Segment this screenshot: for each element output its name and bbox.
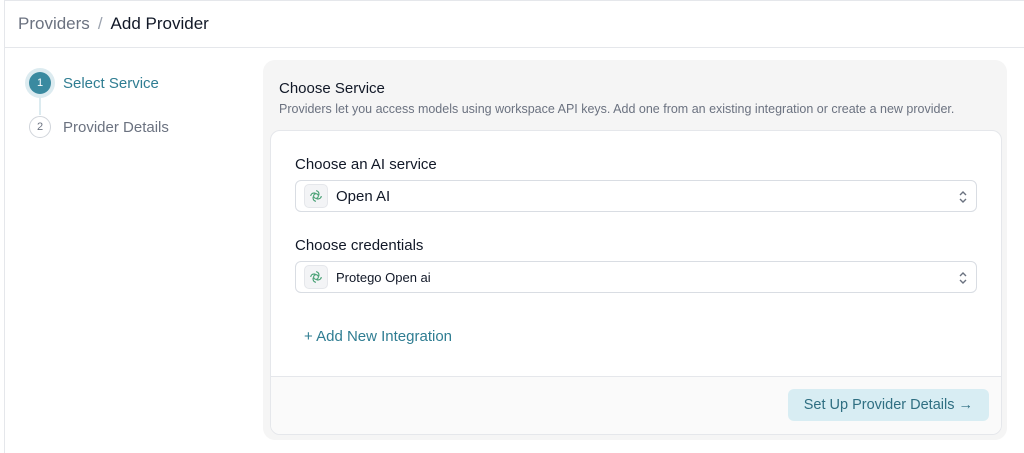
breadcrumb-providers-link[interactable]: Providers (18, 14, 90, 34)
step-select-service[interactable]: 1 Select Service (29, 71, 169, 115)
step-number-2: 2 (29, 116, 51, 138)
service-form-card: Choose an AI service Open AI Choose cred… (270, 130, 1002, 435)
breadcrumb-separator: / (97, 14, 103, 33)
credentials-value: Protego Open ai (336, 269, 431, 285)
openai-icon (304, 184, 328, 208)
app-frame: Providers / Add Provider 1 Select Servic… (4, 0, 1024, 453)
step-label-select-service: Select Service (63, 74, 159, 92)
chevron-up-down-icon (959, 272, 967, 284)
page-header: Providers / Add Provider (5, 1, 1024, 48)
credentials-label: Choose credentials (295, 237, 424, 254)
breadcrumb-current: Add Provider (110, 14, 209, 33)
add-new-integration-link[interactable]: + Add New Integration (304, 328, 452, 345)
step-label-provider-details: Provider Details (63, 118, 169, 136)
ai-service-value: Open AI (336, 187, 391, 205)
stepper: 1 Select Service 2 Provider Details (29, 71, 169, 159)
step-connector (39, 95, 41, 115)
panel-title: Choose Service (279, 80, 385, 97)
openai-icon (304, 265, 328, 289)
choose-service-panel: Choose Service Providers let you access … (263, 60, 1007, 440)
ai-service-select[interactable]: Open AI (295, 180, 977, 212)
step-number-1: 1 (29, 72, 51, 94)
set-up-provider-details-button[interactable]: Set Up Provider Details → (787, 389, 989, 421)
service-label: Choose an AI service (295, 156, 437, 173)
form-footer: Set Up Provider Details → (271, 376, 1001, 434)
step-provider-details[interactable]: 2 Provider Details (29, 115, 169, 139)
panel-description: Providers let you access models using wo… (279, 102, 955, 116)
credentials-select[interactable]: Protego Open ai (295, 261, 977, 293)
chevron-up-down-icon (959, 191, 967, 203)
